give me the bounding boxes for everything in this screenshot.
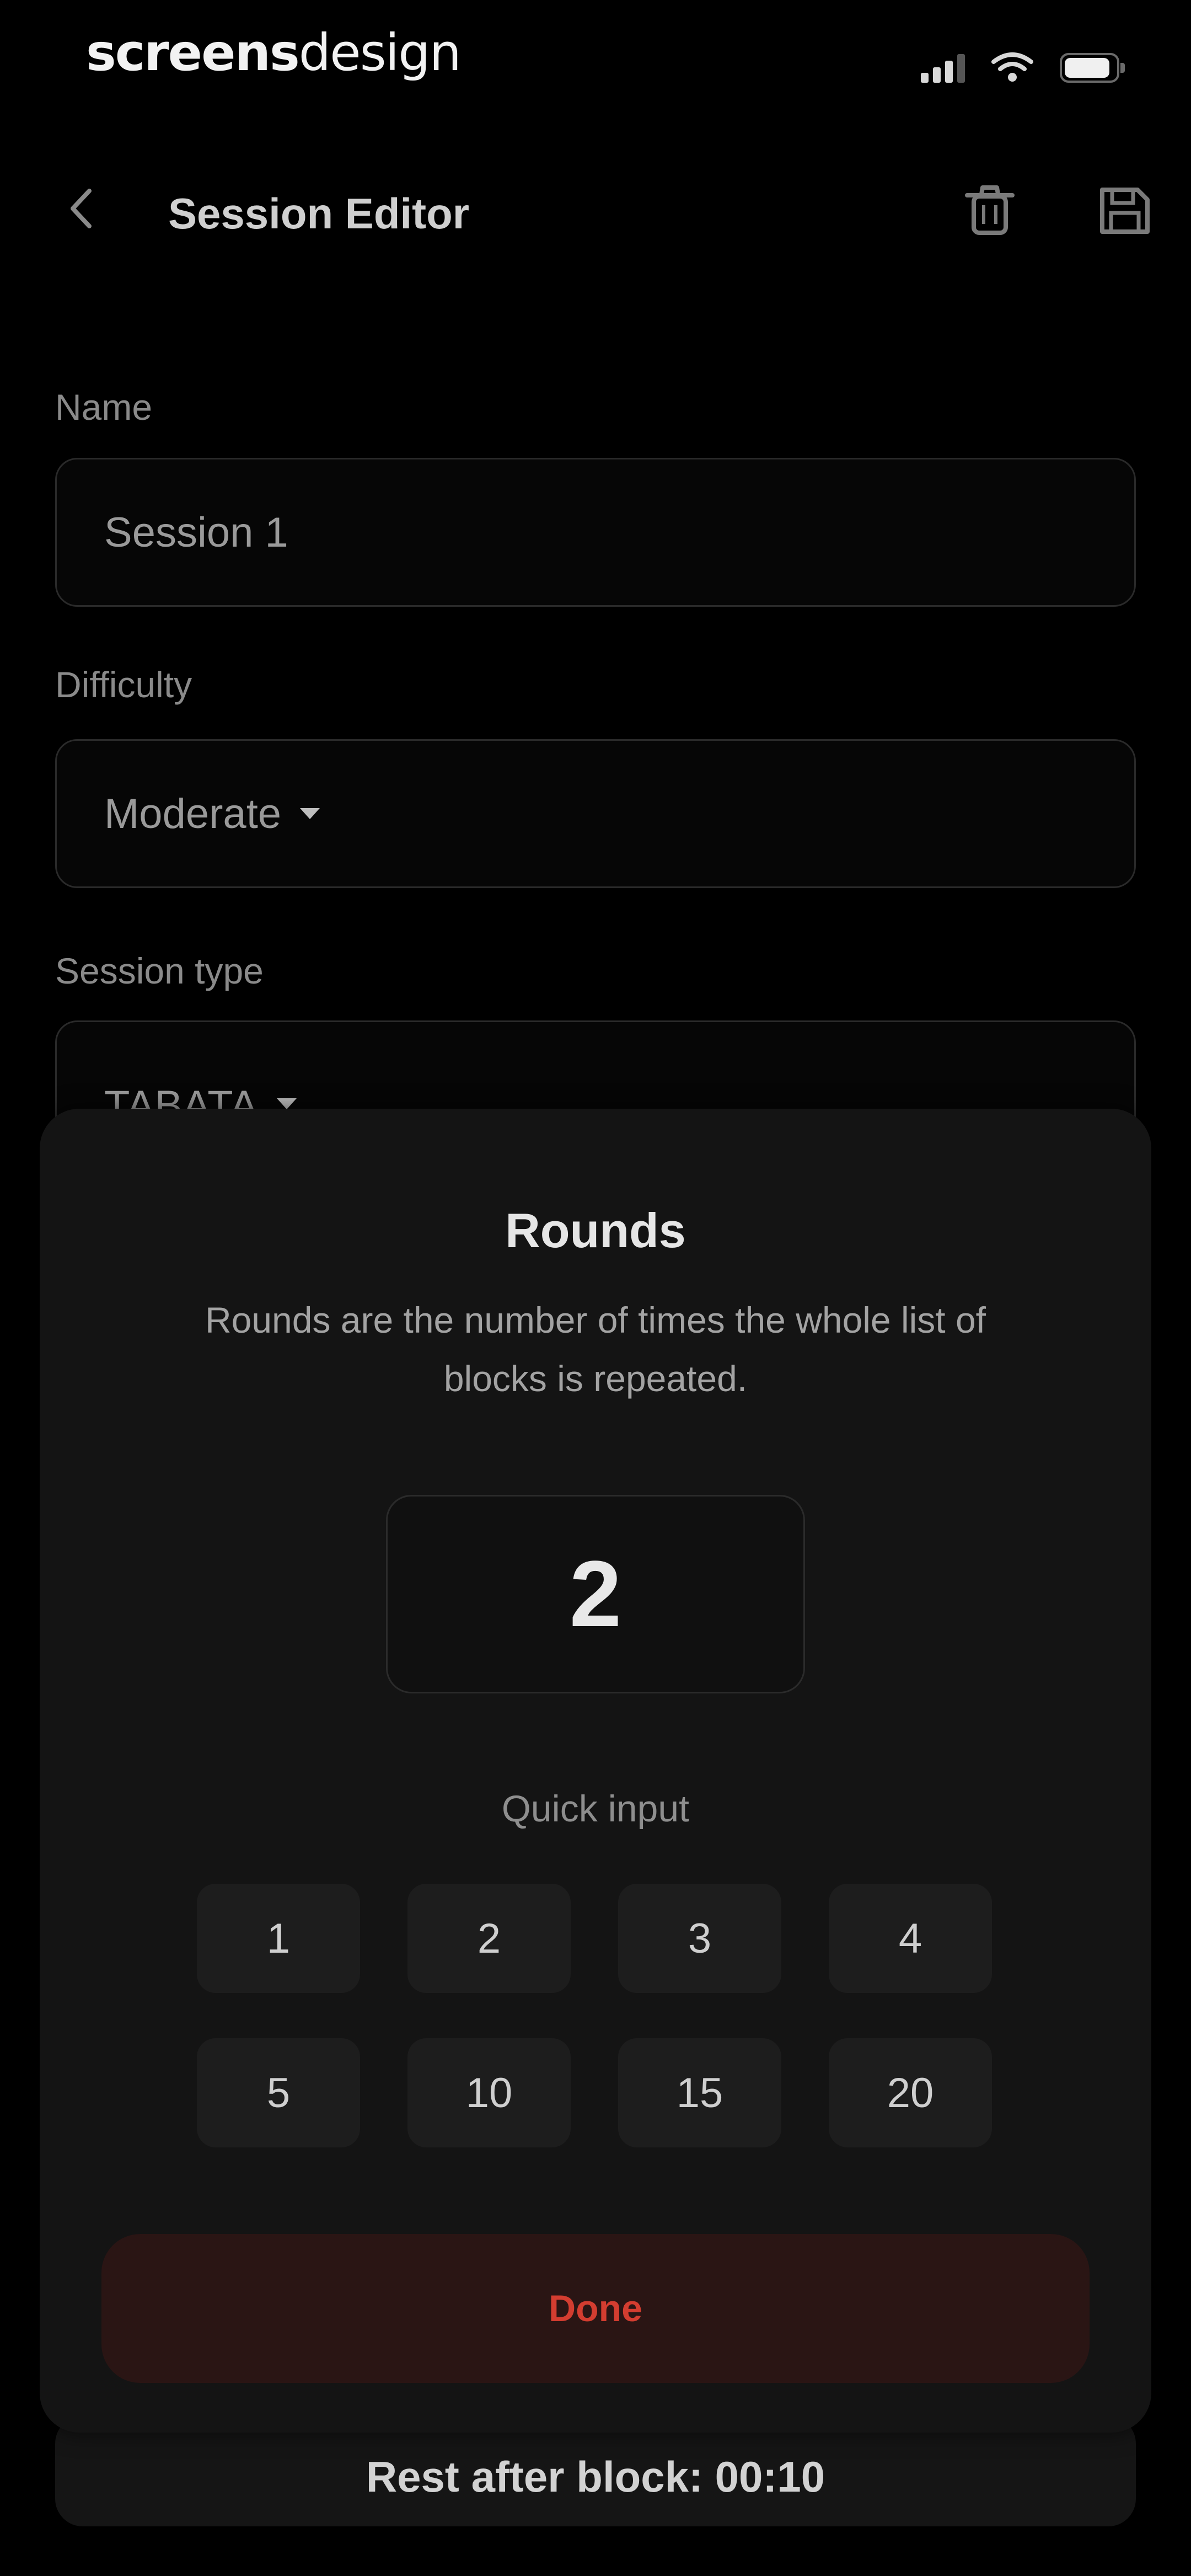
done-button[interactable]: Done [101, 2234, 1090, 2383]
quick-input-button[interactable]: 3 [618, 1884, 781, 1993]
wifi-icon [991, 52, 1033, 82]
rounds-sheet: Rounds Rounds are the number of times th… [40, 1109, 1151, 2433]
quick-input-button[interactable]: 1 [197, 1884, 360, 1993]
name-label: Name [55, 387, 153, 427]
quick-input-button[interactable]: 5 [197, 2038, 360, 2147]
sheet-description: Rounds are the number of times the whole… [205, 1300, 986, 1399]
brand-logo: screensdesign [86, 23, 462, 82]
quick-input-button[interactable]: 10 [407, 2038, 571, 2147]
brand-bold-text: screens [86, 23, 300, 82]
status-bar: screensdesign [0, 0, 1191, 121]
quick-input-button[interactable]: 20 [829, 2038, 992, 2147]
save-icon[interactable] [1095, 180, 1155, 241]
quick-input-button[interactable]: 15 [618, 2038, 781, 2147]
name-value: Session 1 [104, 509, 288, 556]
status-icons [921, 51, 1125, 83]
session-editor-screen: screensdesign Session Editor Name Sessio… [0, 0, 1191, 2576]
difficulty-value: Moderate [104, 790, 282, 837]
difficulty-select[interactable]: Moderate [55, 739, 1136, 888]
battery-icon [1060, 53, 1125, 83]
sheet-title: Rounds [505, 1203, 686, 1258]
trash-icon[interactable] [959, 180, 1020, 241]
quick-input-button[interactable]: 4 [829, 1884, 992, 1993]
quick-input-label: Quick input [501, 1788, 690, 1830]
rounds-value-input[interactable]: 2 [386, 1495, 805, 1693]
brand-light-text: design [298, 23, 462, 82]
rest-after-block-button[interactable]: Rest after block: 00:10 [55, 2416, 1136, 2526]
difficulty-label: Difficulty [55, 664, 192, 705]
session-type-label: Session type [55, 950, 264, 991]
name-field[interactable]: Session 1 [55, 458, 1136, 607]
difficulty-value-wrap: Moderate [104, 741, 320, 886]
dropdown-caret-icon [276, 1098, 297, 1109]
dropdown-caret-icon [300, 808, 320, 819]
quick-input-grid: 1 2 3 4 5 10 15 20 [197, 1884, 1035, 2147]
signal-icon [921, 51, 965, 83]
quick-input-button[interactable]: 2 [407, 1884, 571, 1993]
page-title: Session Editor [168, 189, 470, 238]
app-header: Session Editor [0, 165, 1191, 254]
back-chevron-icon[interactable] [55, 181, 110, 236]
